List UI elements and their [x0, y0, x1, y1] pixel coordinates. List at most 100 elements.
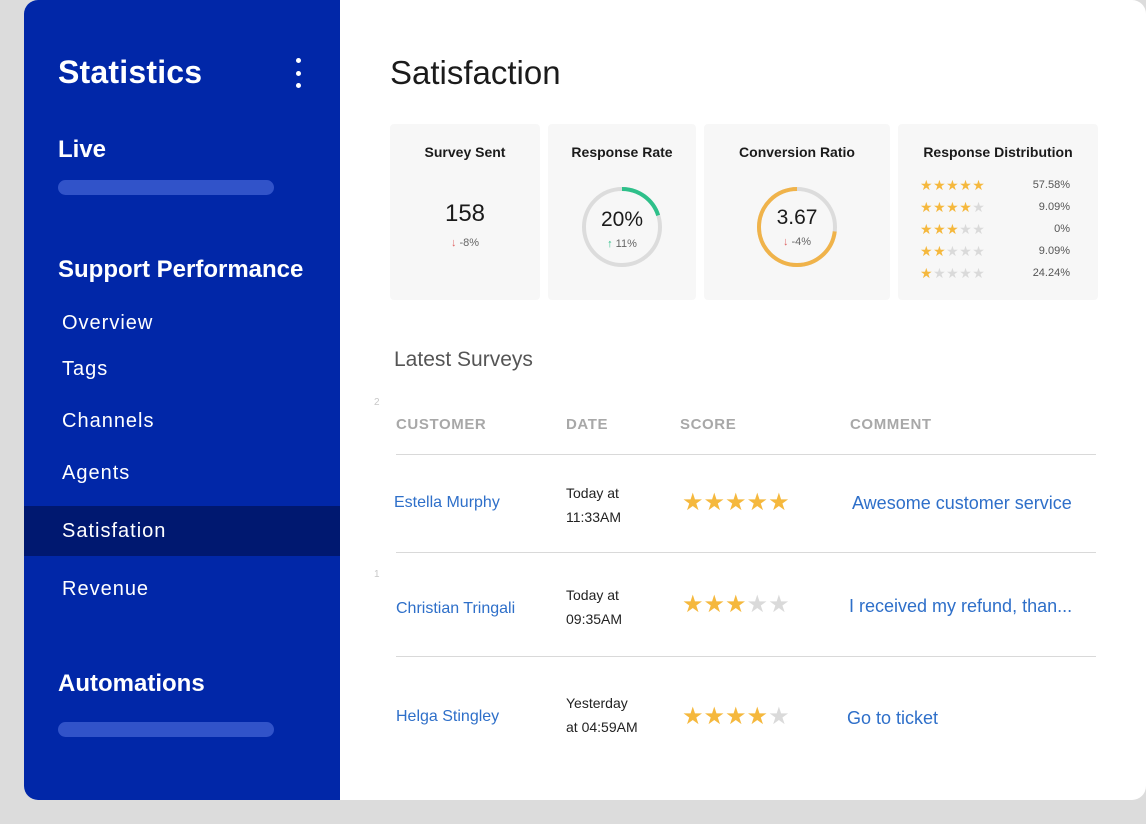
star-icon: ★ — [725, 703, 747, 730]
table-divider — [396, 656, 1096, 657]
comment-link[interactable]: Go to ticket — [847, 708, 938, 729]
table-divider — [396, 552, 1096, 553]
star-icon: ★ — [768, 489, 790, 516]
star-icon: ★ — [725, 591, 747, 618]
arrow-down-icon: ↓ — [782, 236, 789, 248]
column-header-date[interactable]: DATE — [566, 416, 608, 433]
score-stars: ★★★★★ — [682, 490, 790, 516]
star-icon: ★ — [725, 489, 747, 516]
nav-item-channels[interactable]: Channels — [24, 396, 340, 446]
score-stars: ★★★★★ — [682, 704, 790, 730]
star-icon: ★ — [959, 199, 973, 215]
conversion-ratio-delta: ↓ -4% — [782, 236, 812, 248]
star-icon: ★ — [946, 243, 960, 259]
nav-item-overview[interactable]: Overview — [24, 298, 340, 348]
distribution-percent: 57.58% — [1032, 179, 1070, 191]
survey-sent-delta: ↓ -8% — [450, 237, 480, 249]
row-marker: 1 — [374, 569, 380, 580]
customer-link[interactable]: Helga Stingley — [396, 708, 499, 726]
customer-link[interactable]: Estella Murphy — [394, 494, 500, 512]
section-automations[interactable]: Automations — [58, 670, 205, 698]
page-title: Satisfaction — [390, 54, 561, 91]
survey-date: Today at 09:35AM — [566, 587, 623, 627]
distribution-stars: ★★★★★ — [920, 220, 985, 238]
score-stars: ★★★★★ — [682, 592, 790, 618]
column-header-customer[interactable]: CUSTOMER — [396, 416, 486, 433]
star-icon: ★ — [946, 199, 960, 215]
distribution-row: ★★★★★ 24.24% — [920, 264, 1070, 282]
card-conversion-ratio: Conversion Ratio 3.67 ↓ -4% — [704, 124, 890, 300]
card-title: Response Rate — [571, 144, 673, 160]
star-icon: ★ — [682, 703, 704, 730]
distribution-stars: ★★★★★ — [920, 242, 985, 260]
card-response-rate: Response Rate 20% ↑ 11% — [548, 124, 696, 300]
distribution-percent: 24.24% — [1032, 267, 1070, 279]
star-icon: ★ — [946, 265, 960, 281]
star-icon: ★ — [746, 489, 769, 516]
star-icon: ★ — [959, 243, 973, 259]
arrow-down-icon: ↓ — [450, 237, 457, 249]
star-icon: ★ — [972, 177, 986, 193]
star-icon: ★ — [933, 243, 947, 259]
card-title: Conversion Ratio — [739, 144, 855, 160]
sidebar: Statistics Live Support Performance Over… — [24, 0, 340, 800]
section-support-performance[interactable]: Support Performance — [58, 256, 303, 284]
star-icon: ★ — [768, 703, 790, 730]
star-icon: ★ — [920, 199, 934, 215]
response-rate-delta: ↑ 11% — [607, 238, 637, 250]
star-icon: ★ — [933, 199, 947, 215]
star-icon: ★ — [746, 591, 769, 618]
conversion-ratio-value: 3.67 — [776, 206, 818, 229]
star-icon: ★ — [972, 221, 986, 237]
app-window: Statistics Live Support Performance Over… — [24, 0, 1146, 800]
star-icon: ★ — [972, 265, 986, 281]
star-icon: ★ — [703, 591, 726, 618]
row-marker: 2 — [374, 397, 380, 408]
card-response-distribution: Response Distribution ★★★★★ 57.58% ★★★★★ 9.… — [898, 124, 1098, 300]
latest-surveys-title: Latest Surveys — [394, 348, 533, 371]
automations-placeholder-bar — [58, 722, 274, 737]
star-icon: ★ — [972, 243, 986, 259]
column-header-score[interactable]: SCORE — [680, 416, 736, 433]
star-icon: ★ — [946, 221, 960, 237]
nav-item-satisfaction[interactable]: Satisfation — [24, 506, 340, 556]
distribution-stars: ★★★★★ — [920, 264, 985, 282]
star-icon: ★ — [972, 199, 986, 215]
star-icon: ★ — [933, 265, 947, 281]
star-icon: ★ — [933, 177, 947, 193]
star-icon: ★ — [682, 591, 704, 618]
star-icon: ★ — [959, 221, 973, 237]
star-icon: ★ — [682, 489, 704, 516]
card-survey-sent: Survey Sent 158 ↓ -8% — [390, 124, 540, 300]
arrow-up-icon: ↑ — [607, 238, 613, 250]
distribution-row: ★★★★★ 9.09% — [920, 198, 1070, 216]
star-icon: ★ — [920, 177, 934, 193]
survey-date: Yesterday at 04:59AM — [566, 695, 638, 735]
star-icon: ★ — [946, 177, 960, 193]
comment-link[interactable]: I received my refund, than... — [849, 596, 1072, 617]
star-icon: ★ — [920, 265, 934, 281]
column-header-comment[interactable]: COMMENT — [850, 416, 932, 433]
live-placeholder-bar — [58, 180, 274, 195]
distribution-row: ★★★★★ 57.58% — [920, 176, 1070, 194]
nav-item-revenue[interactable]: Revenue — [24, 564, 340, 614]
star-icon: ★ — [920, 243, 934, 259]
survey-sent-value: 158 — [444, 200, 486, 227]
nav-item-agents[interactable]: Agents — [24, 448, 340, 498]
distribution-row: ★★★★★ 0% — [920, 220, 1070, 238]
nav-item-tags[interactable]: Tags — [24, 344, 340, 394]
section-live[interactable]: Live — [58, 136, 106, 164]
distribution-row: ★★★★★ 9.09% — [920, 242, 1070, 260]
star-icon: ★ — [920, 221, 934, 237]
customer-link[interactable]: Christian Tringali — [396, 600, 515, 618]
star-icon: ★ — [768, 591, 790, 618]
star-icon: ★ — [746, 703, 769, 730]
more-vertical-icon[interactable] — [288, 58, 308, 88]
survey-date: Today at 11:33AM — [566, 485, 621, 525]
sidebar-title: Statistics — [58, 54, 203, 90]
response-rate-value: 20% — [600, 208, 644, 231]
distribution-stars: ★★★★★ — [920, 176, 985, 194]
comment-link[interactable]: Awesome customer service — [852, 493, 1072, 514]
card-title: Response Distribution — [923, 144, 1073, 160]
distribution-percent: 9.09% — [1038, 201, 1070, 213]
